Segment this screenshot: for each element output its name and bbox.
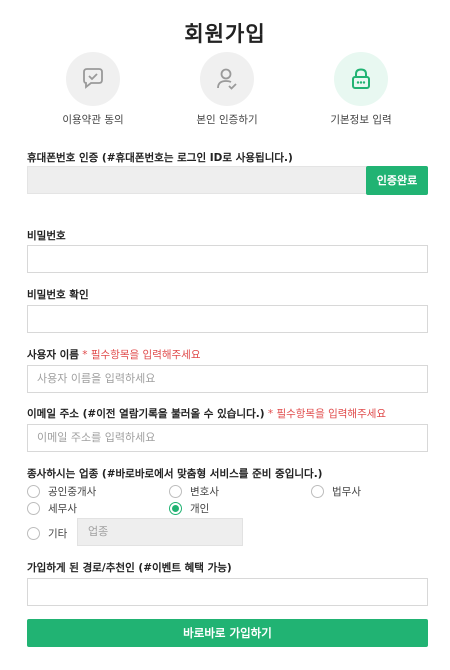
radio-circle[interactable] [169,485,182,498]
radio-label: 법무사 [332,486,361,498]
occupation-other-input[interactable]: 업종 [77,518,243,546]
password-input[interactable] [27,245,428,273]
step-circle [66,52,120,106]
radio-label: 개인 [190,503,210,515]
radio-label: 변호사 [190,486,219,498]
step-circle [200,52,254,106]
radio-circle[interactable] [27,502,40,515]
step-verify: 본인 인증하기 [172,52,282,127]
required-note: * 필수항목을 입력해주세요 [78,349,201,361]
email-label: 이메일 주소 (#이전 열람기록을 불러올 수 있습니다.) * 필수항목을 입… [27,406,386,421]
step-label: 이용약관 동의 [62,114,124,126]
step-label: 본인 인증하기 [196,114,258,126]
lock-icon [352,68,370,89]
step-label: 기본정보 입력 [330,114,392,126]
radio-circle[interactable] [27,527,40,540]
signup-submit-button[interactable]: 바로바로 가입하기 [27,619,428,647]
required-note: * 필수항목을 입력해주세요 [264,408,387,420]
email-input[interactable]: 이메일 주소를 입력하세요 [27,424,428,452]
password-confirm-label: 비밀번호 확인 [27,289,89,301]
radio-tax-accountant[interactable]: 세무사 [27,501,77,516]
radio-circle[interactable] [311,485,324,498]
radio-individual[interactable]: 개인 [169,501,209,516]
radio-lawyer[interactable]: 변호사 [169,484,219,499]
phone-input[interactable] [27,166,367,194]
occupation-label: 종사하시는 업종 (#바로바로에서 맞춤형 서비스를 준비 중입니다.) [27,468,323,480]
referral-input[interactable] [27,578,428,606]
email-label-text: 이메일 주소 (#이전 열람기록을 불러올 수 있습니다.) [27,408,265,420]
radio-other[interactable]: 기타 [27,526,67,541]
radio-label: 공인중개사 [48,486,97,498]
step-circle [334,52,388,106]
user-check-icon [217,68,237,90]
radio-circle[interactable] [27,485,40,498]
page-title: 회원가입 [184,22,266,46]
radio-label: 세무사 [48,503,77,515]
username-placeholder: 사용자 이름을 입력하세요 [37,372,156,385]
radio-legal-scrivener[interactable]: 법무사 [311,484,361,499]
username-label: 사용자 이름 * 필수항목을 입력해주세요 [27,347,201,362]
signup-steps: 이용약관 동의 본인 인증하기 기본정보 입력 [0,52,450,126]
occupation-other-placeholder: 업종 [88,525,109,538]
verify-complete-button[interactable]: 인증완료 [366,166,428,195]
radio-realtor[interactable]: 공인중개사 [27,484,96,499]
radio-circle[interactable] [169,502,182,515]
phone-label: 휴대폰번호 인증 (#휴대폰번호는 로그인 ID로 사용됩니다.) [27,152,293,164]
username-input[interactable]: 사용자 이름을 입력하세요 [27,365,428,393]
password-confirm-input[interactable] [27,305,428,333]
step-terms: 이용약관 동의 [38,52,148,127]
password-label: 비밀번호 [27,230,66,242]
email-placeholder: 이메일 주소를 입력하세요 [37,431,156,444]
referral-label: 가입하게 된 경로/추천인 (#이벤트 혜택 가능) [27,562,232,574]
chat-check-icon [83,68,103,89]
step-basic-info: 기본정보 입력 [306,52,416,127]
username-label-text: 사용자 이름 [27,349,79,361]
radio-label: 기타 [48,528,68,540]
